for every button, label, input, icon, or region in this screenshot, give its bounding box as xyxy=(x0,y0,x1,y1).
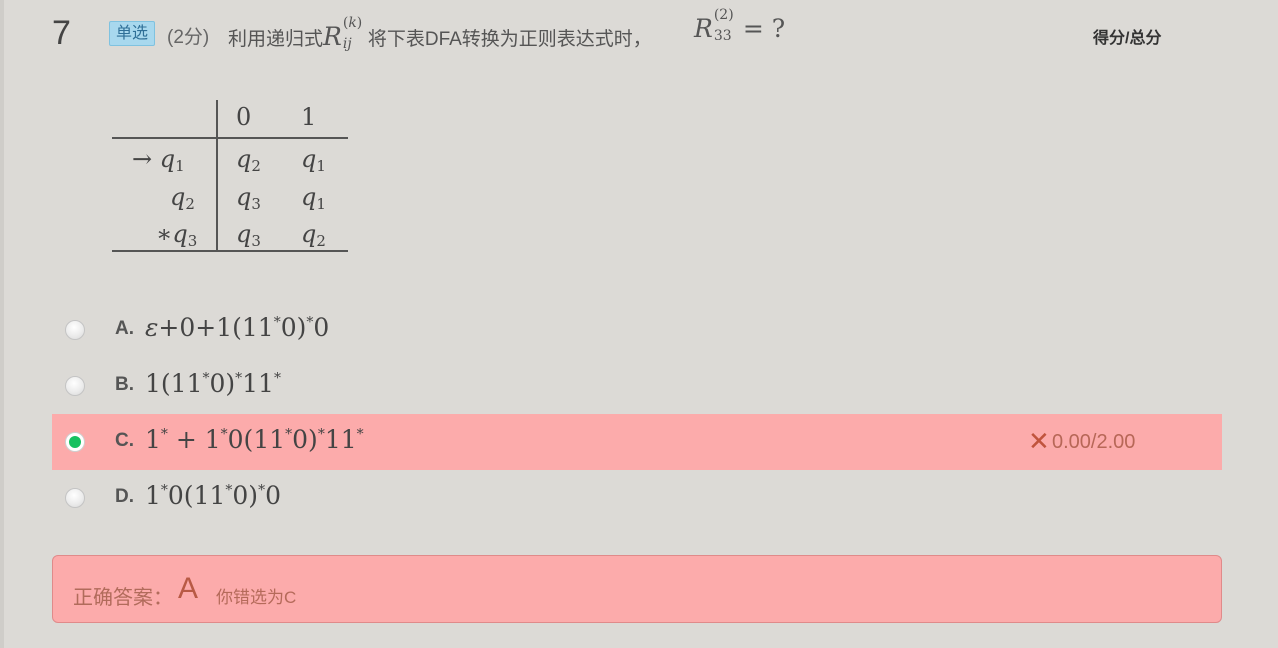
header-input-1: 1 xyxy=(301,103,317,131)
cell-q1-1: q1 xyxy=(301,145,326,175)
correct-answer-value: A xyxy=(178,572,199,605)
option-d-letter: D. xyxy=(115,486,134,507)
cell-q2-0: q3 xyxy=(236,183,261,213)
state-q3: ∗q3 xyxy=(156,220,198,250)
wrong-x-icon: ✕ xyxy=(1028,426,1050,456)
cell-q2-1: q1 xyxy=(301,183,326,213)
question-number: 7 xyxy=(52,14,71,52)
score-total-label: 得分/总分 xyxy=(1093,30,1162,47)
option-b-radio[interactable] xyxy=(65,376,85,396)
cell-q1-0: q2 xyxy=(236,145,261,175)
table-vertical-rule xyxy=(216,100,218,252)
question-text-prefix: 利用递归式 xyxy=(228,29,324,50)
option-c-expression: 1* + 1*0(11*0)*11* xyxy=(145,425,364,454)
question-type-badge: 单选 xyxy=(109,21,156,46)
question-text: 利用递归式R (k) ij 将下表DFA转换为正则表达式时， xyxy=(228,14,652,54)
state-q1: → q1 xyxy=(132,145,185,175)
dfa-transition-table: 0 1 → q1 q2 q1 q2 q3 q1 ∗q3 q3 q2 xyxy=(112,100,348,252)
option-b-expression: 1(11*0)*11* xyxy=(145,369,281,398)
recurrence-formula: R (k) ij xyxy=(323,14,363,52)
option-a-radio[interactable] xyxy=(65,320,85,340)
option-c[interactable]: C. 1* + 1*0(11*0)*11* ✕ 0.00/2.00 xyxy=(52,414,1222,470)
left-border xyxy=(0,0,4,648)
header-input-0: 0 xyxy=(236,103,252,131)
option-b[interactable]: B. 1(11*0)*11* xyxy=(52,358,1222,414)
option-c-letter: C. xyxy=(115,430,134,451)
option-d[interactable]: D. 1*0(11*0)*0 xyxy=(52,470,1222,526)
answer-panel: 正确答案： A 你错选为C xyxy=(52,555,1222,623)
option-a-letter: A. xyxy=(115,318,134,339)
state-q2: q2 xyxy=(170,183,195,213)
your-answer-text: 你错选为C xyxy=(216,588,297,607)
correct-answer-label: 正确答案： xyxy=(73,587,173,609)
table-header-rule xyxy=(112,137,348,139)
option-b-letter: B. xyxy=(115,374,134,395)
option-a[interactable]: A. ε+0+1(11*0)*0 xyxy=(52,302,1222,358)
option-d-radio[interactable] xyxy=(65,488,85,508)
option-c-radio[interactable] xyxy=(65,432,85,452)
cell-q3-0: q3 xyxy=(236,220,261,250)
option-a-expression: ε+0+1(11*0)*0 xyxy=(145,313,330,342)
question-text-suffix: 将下表DFA转换为正则表达式时， xyxy=(367,29,652,50)
option-c-score: 0.00/2.00 xyxy=(1052,431,1136,453)
cell-q3-1: q2 xyxy=(301,220,326,250)
question-score: (2分) xyxy=(167,27,210,48)
target-expression: R (2) 33 = ? xyxy=(694,6,786,44)
option-d-expression: 1*0(11*0)*0 xyxy=(145,481,281,510)
